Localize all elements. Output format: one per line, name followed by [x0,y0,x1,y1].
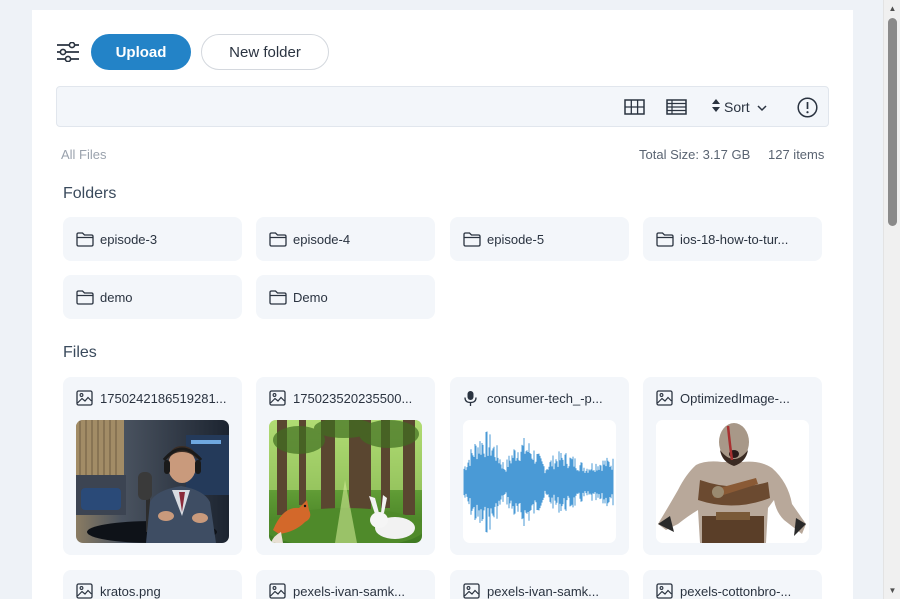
chevron-down-icon [757,99,767,115]
breadcrumb[interactable]: All Files [61,147,107,162]
file-name-row: pexels-ivan-samk... [269,582,429,599]
scrollbar-thumb[interactable] [888,18,897,226]
podcast-host-photo [76,420,229,543]
file-name-row: pexels-cottonbro-... [656,582,816,599]
file-card[interactable]: pexels-ivan-samk... [450,570,629,599]
list-view-icon[interactable] [665,97,687,117]
file-name: 175023520235500... [293,390,413,406]
info-icon[interactable] [796,96,818,118]
folder-card[interactable]: episode-5 [450,217,629,261]
new-folder-button[interactable]: New folder [201,34,329,70]
folder-card[interactable]: demo [63,275,242,319]
image-icon [656,390,674,406]
folder-icon [269,289,287,305]
file-manager-panel: Upload New folder Sort All Files Total S… [32,10,853,599]
files-meta-row: All Files Total Size: 3.17 GB 127 items [61,147,825,163]
file-name-row: consumer-tech_-p... [463,389,623,407]
scroll-down-arrow-icon[interactable]: ▼ [884,582,900,599]
folder-icon [463,231,481,247]
file-card[interactable]: 175023520235500... [256,377,435,555]
file-name: kratos.png [100,583,161,599]
file-name: pexels-cottonbro-... [680,583,792,599]
view-controls-bar: Sort [56,86,829,127]
file-card[interactable]: OptimizedImage-... [643,377,822,555]
file-card[interactable]: pexels-ivan-samk... [256,570,435,599]
folder-icon [76,289,94,305]
file-card[interactable]: 1750242186519281... [63,377,242,555]
folder-name: demo [100,289,133,305]
folder-name: episode-3 [100,231,158,247]
image-icon [76,390,94,406]
folder-name: Demo [293,289,328,305]
folder-name: ios-18-how-to-tur... [680,231,789,247]
sliders-icon[interactable] [55,39,81,65]
file-name-row: 175023520235500... [269,389,429,407]
file-name-row: OptimizedImage-... [656,389,816,407]
file-card[interactable]: pexels-cottonbro-... [643,570,822,599]
forest-fox-rabbit-photo [269,420,422,543]
files-heading: Files [63,344,97,361]
file-name: consumer-tech_-p... [487,390,603,406]
vertical-scrollbar[interactable]: ▲ ▼ [883,0,900,599]
item-count: 127 items [768,147,825,162]
toolbar: Upload New folder [55,34,329,70]
image-icon [269,583,287,599]
sort-button[interactable]: Sort [712,97,767,117]
folder-name: episode-5 [487,231,545,247]
file-name: 1750242186519281... [100,390,227,406]
sort-label: Sort [724,99,750,115]
scroll-up-arrow-icon[interactable]: ▲ [884,0,900,17]
upload-button[interactable]: Upload [91,34,191,70]
microphone-icon [463,390,481,406]
folder-card[interactable]: episode-4 [256,217,435,261]
image-icon [76,583,94,599]
file-card[interactable]: consumer-tech_-p... [450,377,629,555]
sort-arrows-icon [712,99,720,115]
file-name: pexels-ivan-samk... [487,583,599,599]
file-name: pexels-ivan-samk... [293,583,405,599]
image-icon [269,390,287,406]
folder-icon [269,231,287,247]
image-icon [463,583,481,599]
file-card[interactable]: kratos.png [63,570,242,599]
folder-icon [656,231,674,247]
folder-card[interactable]: Demo [256,275,435,319]
image-icon [656,583,674,599]
file-name-row: pexels-ivan-samk... [463,582,623,599]
audio-waveform [463,420,616,543]
file-name: OptimizedImage-... [680,390,790,406]
total-size: Total Size: 3.17 GB [639,147,751,162]
kratos-figure [656,420,809,543]
grid-view-icon[interactable] [623,97,645,117]
file-name-row: 1750242186519281... [76,389,236,407]
file-name-row: kratos.png [76,582,236,599]
folder-icon [76,231,94,247]
folder-name: episode-4 [293,231,351,247]
folder-card[interactable]: episode-3 [63,217,242,261]
folder-card[interactable]: ios-18-how-to-tur... [643,217,822,261]
folders-heading: Folders [63,185,117,202]
